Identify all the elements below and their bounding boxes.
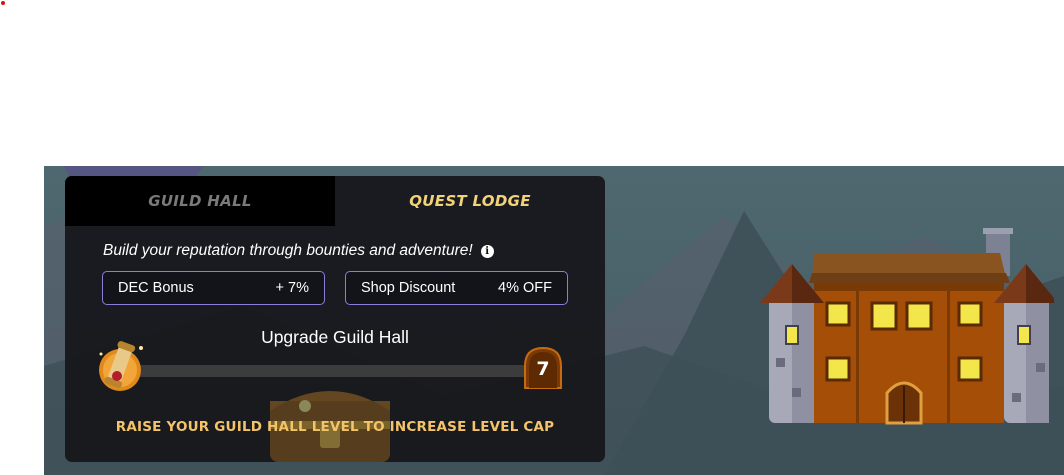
upgrade-progress: 7 — [95, 341, 575, 406]
guild-panel: GUILD HALL QUEST LODGE Build your reputa… — [65, 176, 605, 462]
shop-discount-stat: Shop Discount 4% OFF — [345, 271, 568, 305]
dec-bonus-value: + 7% — [275, 280, 309, 296]
shop-discount-value: 4% OFF — [498, 280, 552, 296]
tab-quest-lodge[interactable]: QUEST LODGE — [335, 176, 605, 226]
tagline: Build your reputation through bounties a… — [103, 242, 494, 260]
progress-track — [135, 365, 535, 377]
tab-guild-hall[interactable]: GUILD HALL — [65, 176, 335, 226]
shop-discount-label: Shop Discount — [361, 280, 456, 296]
dec-bonus-label: DEC Bonus — [118, 280, 194, 296]
raise-level-notice: RAISE YOUR GUILD HALL LEVEL TO INCREASE … — [115, 419, 555, 435]
dec-bonus-stat: DEC Bonus + 7% — [102, 271, 325, 305]
guild-level-number: 7 — [536, 358, 550, 380]
guild-hall-castle-icon[interactable] — [754, 228, 1054, 428]
scroll-icon — [99, 341, 143, 391]
tagline-text: Build your reputation through bounties a… — [103, 242, 473, 259]
guild-scene: GUILD HALL QUEST LODGE Build your reputa… — [44, 166, 1064, 475]
corner-marker — [1, 1, 5, 5]
tab-bar: GUILD HALL QUEST LODGE — [65, 176, 605, 226]
info-icon[interactable]: i — [480, 244, 494, 258]
